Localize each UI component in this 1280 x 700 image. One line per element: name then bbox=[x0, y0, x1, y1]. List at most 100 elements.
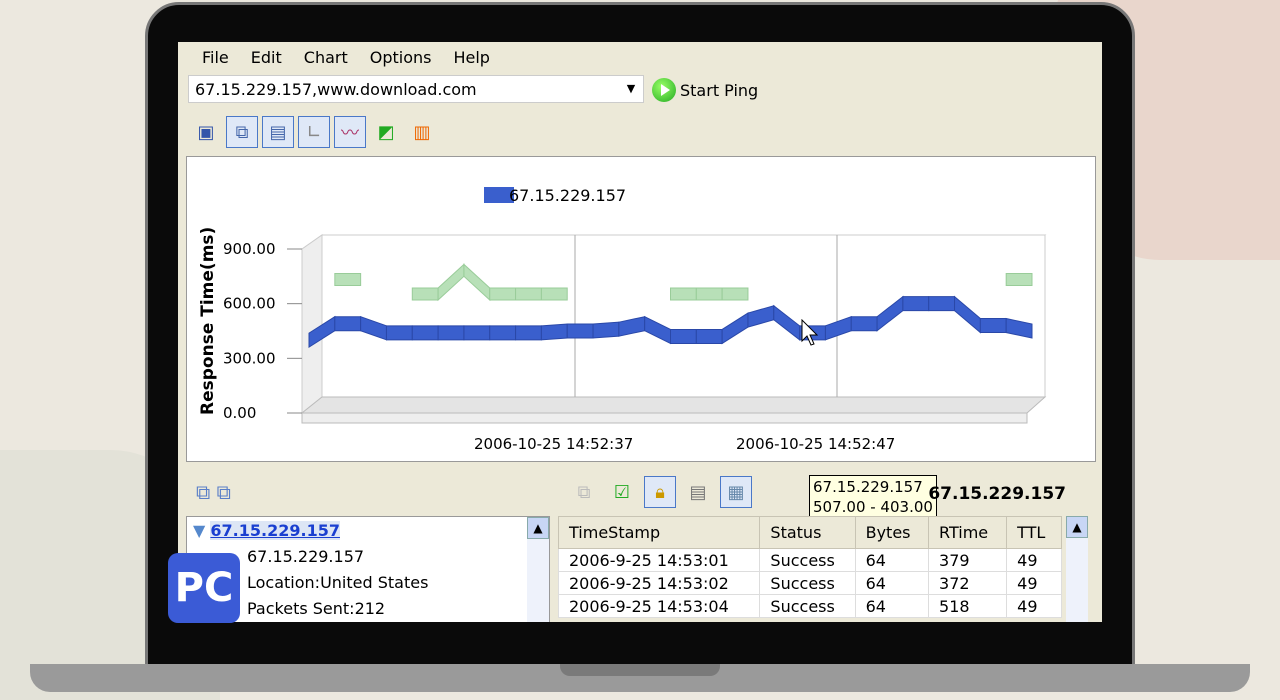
app-window: File Edit Chart Options Help 67.15.229.1… bbox=[178, 42, 1102, 622]
table-scrollbar[interactable]: ▲ bbox=[1066, 516, 1088, 622]
ghost-series-segment bbox=[1005, 272, 1033, 286]
chart-back-wall bbox=[321, 234, 1046, 398]
ghost-series-segment bbox=[721, 287, 749, 301]
host-tree-panel: ⧉ ⧉ ▼ 67.15.229.157 67.15.229.157 Locati… bbox=[186, 470, 550, 622]
menu-chart[interactable]: Chart bbox=[304, 48, 348, 67]
series-segment bbox=[334, 316, 362, 332]
results-toolbar: ⧉ ☑ 🔒︎ ▤ ▦ bbox=[568, 476, 752, 508]
save-icon[interactable]: ▣ bbox=[190, 116, 222, 148]
table-row[interactable]: 2006-9-25 14:53:02 Success 64 372 49 bbox=[557, 571, 1062, 595]
table-row[interactable]: 2006-9-25 14:53:04 Success 64 518 49 bbox=[557, 594, 1062, 618]
cell: 64 bbox=[854, 594, 930, 618]
lock-icon[interactable]: 🔒︎ bbox=[644, 476, 676, 508]
scroll-up-icon[interactable]: ▲ bbox=[527, 517, 549, 539]
host-tree: ▼ 67.15.229.157 67.15.229.157 Location:U… bbox=[186, 516, 550, 622]
cell: 49 bbox=[1006, 571, 1062, 595]
copy-icon[interactable]: ⧉ bbox=[568, 476, 600, 508]
menu-options[interactable]: Options bbox=[370, 48, 432, 67]
cell: 2006-9-25 14:53:01 bbox=[557, 548, 761, 572]
scroll-up-icon[interactable]: ▲ bbox=[1066, 516, 1088, 538]
col-bytes[interactable]: Bytes bbox=[854, 516, 930, 549]
host-icon: ▼ bbox=[193, 521, 206, 540]
check-icon[interactable]: ☑ bbox=[606, 476, 638, 508]
results-host: 67.15.229.157 bbox=[928, 484, 1066, 504]
tree-root[interactable]: ▼ 67.15.229.157 bbox=[193, 521, 340, 540]
start-ping-label: Start Ping bbox=[680, 80, 759, 100]
y-tick-label: 300.00 bbox=[223, 349, 276, 367]
series-segment bbox=[670, 328, 697, 344]
cell: Success bbox=[759, 548, 856, 572]
options-icon[interactable]: ⧉ bbox=[226, 116, 258, 148]
series-segment bbox=[385, 325, 413, 341]
laptop-base bbox=[30, 664, 1250, 692]
menu-help[interactable]: Help bbox=[453, 48, 489, 67]
col-rtime[interactable]: RTime bbox=[928, 516, 1008, 549]
tree-root-label: 67.15.229.157 bbox=[210, 521, 340, 540]
x-tick-label: 2006-10-25 14:52:47 bbox=[736, 435, 895, 453]
y-tick-label: 600.00 bbox=[223, 295, 276, 313]
results-table: TimeStamp Status Bytes RTime TTL 2006-9-… bbox=[557, 516, 1062, 618]
series-segment bbox=[928, 296, 956, 312]
bar-chart-icon[interactable]: ▥ bbox=[406, 116, 438, 148]
tree-item[interactable]: Packets Sent:212 bbox=[247, 599, 385, 618]
x-tick-label: 2006-10-25 14:52:37 bbox=[474, 435, 633, 453]
chevron-down-icon[interactable]: ▼ bbox=[619, 76, 643, 102]
cell: 2006-9-25 14:53:04 bbox=[557, 594, 761, 618]
cell: 372 bbox=[928, 571, 1008, 595]
y-axis-label: Response Time(ms) bbox=[198, 227, 218, 415]
tree-scrollbar[interactable]: ▲ bbox=[527, 517, 549, 622]
series-segment bbox=[850, 316, 878, 332]
details-icon[interactable]: ▤ bbox=[682, 476, 714, 508]
chart-side-wall bbox=[301, 234, 323, 415]
cell: 379 bbox=[928, 548, 1008, 572]
ghost-series-segment bbox=[515, 287, 542, 301]
area-chart-icon[interactable]: ◩ bbox=[370, 116, 402, 148]
line-chart-icon[interactable]: 〰 bbox=[334, 116, 366, 148]
col-status[interactable]: Status bbox=[759, 516, 856, 549]
tree-item[interactable]: Location:United States bbox=[247, 573, 428, 592]
series-segment bbox=[540, 323, 568, 341]
copy-icon[interactable]: ⧉ ⧉ bbox=[196, 480, 231, 504]
cell: 49 bbox=[1006, 594, 1062, 618]
start-ping-button[interactable]: Start Ping bbox=[652, 78, 758, 102]
series-segment bbox=[489, 325, 517, 341]
chart-floor bbox=[300, 396, 1047, 414]
grid-view-icon[interactable]: ∟ bbox=[298, 116, 330, 148]
address-input[interactable]: 67.15.229.157,www.download.com bbox=[195, 80, 477, 99]
cell: 64 bbox=[854, 571, 930, 595]
play-icon bbox=[652, 78, 676, 102]
menu-file[interactable]: File bbox=[202, 48, 229, 67]
y-tick-label: 900.00 bbox=[223, 240, 276, 258]
y-tick-label: 0.00 bbox=[223, 404, 256, 422]
table-row[interactable]: 2006-9-25 14:53:01 Success 64 379 49 bbox=[557, 548, 1062, 572]
watermark-logo: PC bbox=[168, 553, 240, 623]
results-panel: ⧉ ☑ 🔒︎ ▤ ▦ 67.15.229.157 TimeStamp Statu… bbox=[556, 470, 1096, 622]
ghost-series-segment bbox=[411, 287, 439, 301]
series-segment bbox=[902, 296, 930, 312]
series-segment bbox=[463, 325, 491, 341]
chart-svg: 67.15.229.157 0.00 300.00 600.00 900.00 200… bbox=[198, 186, 1047, 453]
series-segment bbox=[437, 325, 465, 341]
menu-bar: File Edit Chart Options Help bbox=[178, 42, 1102, 72]
ghost-series-segment bbox=[695, 287, 723, 301]
table-icon[interactable]: ▦ bbox=[720, 476, 752, 508]
series-segment bbox=[515, 325, 542, 341]
tree-item[interactable]: 67.15.229.157 bbox=[247, 547, 364, 566]
legend-label: 67.15.229.157 bbox=[509, 186, 626, 205]
cell: 49 bbox=[1006, 548, 1062, 572]
ghost-series-segment bbox=[670, 287, 697, 301]
table-header: TimeStamp Status Bytes RTime TTL bbox=[557, 516, 1062, 549]
list-view-icon[interactable]: ▤ bbox=[262, 116, 294, 148]
cell: Success bbox=[759, 571, 856, 595]
col-ttl[interactable]: TTL bbox=[1006, 516, 1062, 549]
series-segment bbox=[592, 321, 620, 339]
cell: 518 bbox=[928, 594, 1008, 618]
ghost-series-segment bbox=[334, 272, 362, 286]
series-segment bbox=[695, 328, 723, 344]
menu-edit[interactable]: Edit bbox=[251, 48, 282, 67]
series-segment bbox=[979, 318, 1007, 334]
address-combobox[interactable]: 67.15.229.157,www.download.com ▼ bbox=[188, 75, 644, 103]
col-timestamp[interactable]: TimeStamp bbox=[557, 516, 761, 549]
cell: Success bbox=[759, 594, 856, 618]
ghost-series-segment bbox=[540, 287, 568, 301]
